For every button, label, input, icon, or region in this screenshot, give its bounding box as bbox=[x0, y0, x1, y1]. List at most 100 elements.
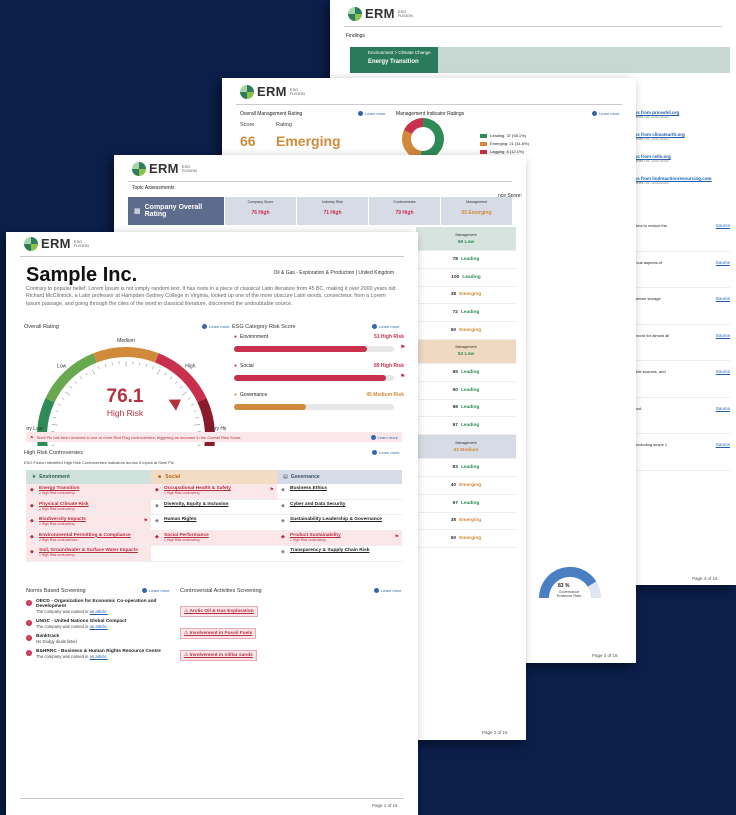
info-icon bbox=[142, 588, 147, 593]
activity-badge[interactable]: ⚠ Involvement in oil/tar sands bbox=[180, 650, 257, 661]
management-rating: Leading bbox=[460, 256, 480, 262]
learn-more-link[interactable]: Learn more bbox=[592, 111, 619, 116]
topic-icon: ◆ bbox=[155, 487, 159, 493]
controversy-topic[interactable]: ◆ Human Rights bbox=[151, 515, 277, 531]
management-score: 50 bbox=[450, 328, 457, 334]
category-icon: ● bbox=[234, 392, 238, 398]
management-rating: Leading bbox=[460, 405, 480, 411]
controversy-topic[interactable]: ◆ Transparency & Supply Chain Risk bbox=[277, 546, 402, 562]
controversy-topic[interactable]: ◆ Environmental Permitting & Compliance 2 … bbox=[26, 530, 151, 546]
overall-rating-cell: Industry Risk 71 High bbox=[296, 197, 368, 225]
logo-icon bbox=[348, 6, 362, 21]
erm-logo: ERM ESG FUSION bbox=[348, 6, 413, 21]
learn-more-text: Learn more bbox=[381, 588, 402, 593]
norm-body: UNGC - United Nations Global Compact The … bbox=[36, 619, 126, 629]
learn-more-text: Learn more bbox=[379, 450, 400, 455]
topic-title[interactable]: Human Rights bbox=[164, 517, 273, 522]
management-row: 50 Leading bbox=[416, 382, 516, 400]
article-link[interactable]: an article. bbox=[90, 609, 108, 614]
gauge-tick bbox=[181, 391, 187, 396]
divider bbox=[20, 256, 404, 257]
norm-body: Banktrack No Dodgy deals listed bbox=[36, 634, 77, 644]
management-score: 78 bbox=[452, 256, 458, 262]
logo-text: ERM bbox=[41, 236, 71, 251]
topic-title[interactable]: Sustainability Leadership & Governance bbox=[290, 517, 398, 522]
controversy-topic[interactable]: ◆ Cyber and Data Security bbox=[277, 500, 402, 515]
activities-screening-label: Controversial Activities Screening bbox=[180, 588, 262, 594]
topic-tag[interactable]: Environment > Climate Change Energy Tran… bbox=[350, 47, 438, 73]
management-column: Management 69 Low 78 Leading 100 Leading 38 Eme… bbox=[416, 227, 516, 549]
activity-badge[interactable]: ⚠ Involvement in Fossil Fuels bbox=[180, 628, 257, 639]
legend-label: Emerging: 21 (31.8%) bbox=[490, 141, 529, 146]
source-link[interactable]: Source bbox=[716, 223, 730, 251]
overall-management-label: Overall Management Rating bbox=[240, 111, 303, 117]
controversy-topic[interactable]: ◆ Energy Transition 1 High Risk controvers… bbox=[26, 484, 151, 500]
management-value: 53 Low bbox=[457, 352, 475, 358]
topic-icon: ◆ bbox=[30, 502, 34, 509]
management-rating: Emerging bbox=[459, 536, 482, 542]
learn-more-link[interactable]: Learn more bbox=[374, 588, 401, 593]
esg-category-row: ● Environment 51 High Risk ⚑ bbox=[234, 334, 405, 363]
gauge-tick bbox=[139, 362, 141, 366]
overall-rating-row[interactable]: ▦ Company Overall Rating Company Score 76… bbox=[128, 197, 516, 225]
controversy-topic[interactable]: ◆ Soil, Groundwater & Surface Water Impac… bbox=[26, 546, 151, 562]
source-link[interactable]: Source bbox=[716, 296, 730, 324]
management-row: 38 Emerging bbox=[416, 287, 516, 305]
controversy-topic[interactable]: ◆ Business Ethics bbox=[277, 484, 402, 500]
activity-badge[interactable]: ⚠ Arctic Oil & Gas Exploration bbox=[180, 606, 258, 617]
source-link[interactable]: Source bbox=[716, 406, 730, 434]
category-icon: ☻ bbox=[157, 474, 163, 480]
finding-text: record for almost all bbox=[634, 332, 670, 338]
donut-legend: Leading: 37 (58.1%) Emerging: 21 (31.8%) L… bbox=[480, 133, 529, 157]
controversy-topic[interactable]: ◆ Physical Climate Risk 1 High Risk contro… bbox=[26, 499, 151, 515]
management-row: 38 Emerging bbox=[416, 513, 516, 531]
topic-title[interactable]: Diversity, Equity & Inclusion bbox=[164, 502, 273, 507]
learn-more-text: Learn more bbox=[149, 588, 170, 593]
category-bar-fill bbox=[234, 375, 386, 381]
topic-icon: ◆ bbox=[281, 533, 285, 540]
source-link[interactable]: Source bbox=[716, 442, 730, 470]
controversy-topic[interactable]: ◆ Product Sustainability 1 High Risk contr… bbox=[277, 530, 402, 546]
source-link[interactable]: Source bbox=[716, 369, 730, 397]
learn-more-link[interactable]: Learn more bbox=[372, 324, 399, 329]
topic-title[interactable]: Cyber and Data Security bbox=[290, 502, 398, 507]
gauge-tick bbox=[69, 386, 73, 389]
finding-text: able sources, and bbox=[634, 369, 666, 374]
controversy-topic[interactable]: ◆ Social Performance 1 High Risk controver… bbox=[151, 530, 277, 546]
controversy-topic[interactable]: ◆ Diversity, Equity & Inclusion bbox=[151, 500, 277, 515]
grid-header-label: Social bbox=[165, 474, 180, 480]
management-row: 72 Leading bbox=[416, 304, 516, 323]
norm-item: ! UNGC - United Nations Global Compact The… bbox=[26, 619, 174, 629]
findings-label: Findings bbox=[346, 33, 365, 39]
topic-title[interactable]: Transparency & Supply Chain Risk bbox=[290, 548, 398, 553]
management-row: 67 Leading bbox=[416, 495, 516, 513]
esg-category-row: ● Governance 45 Medium Risk bbox=[234, 392, 404, 421]
learn-more-link[interactable]: Learn more bbox=[358, 111, 385, 116]
logo-sub2: FUSION bbox=[73, 242, 89, 248]
source-link[interactable]: Source bbox=[716, 260, 730, 288]
topic-assessments-label: Topic Assessments bbox=[132, 185, 175, 191]
controversy-topic[interactable]: ◆ Biodiversity Impacts 1 High Risk controv… bbox=[26, 515, 151, 531]
report-page-1: ERM ESG FUSION Sample Inc. Oil & Gas - Ex… bbox=[6, 232, 418, 815]
gauge-tick bbox=[164, 372, 167, 376]
learn-more-link[interactable]: Learn more bbox=[372, 450, 399, 455]
management-score: 100 bbox=[451, 274, 460, 280]
topic-title[interactable]: Environmental Permitting & Compliance bbox=[39, 533, 147, 538]
article-link[interactable]: an article. bbox=[90, 624, 108, 629]
controversy-topic[interactable]: ◆ Sustainability Leadership & Governance bbox=[277, 515, 402, 531]
info-icon bbox=[372, 450, 377, 455]
source-link[interactable]: Source bbox=[716, 333, 730, 361]
topic-subtext: 1 High Risk controversy bbox=[164, 491, 200, 495]
learn-more-link[interactable]: Learn more bbox=[142, 588, 169, 593]
learn-more-link[interactable]: Learn more bbox=[202, 324, 229, 329]
cell-value: 76 High bbox=[251, 210, 270, 216]
topic-subtext: 2 High Risk controversies bbox=[39, 537, 78, 542]
article-link[interactable]: an article. bbox=[90, 654, 108, 659]
controversy-topic[interactable]: ◆ Occupational Health & Safety 1 High Risk… bbox=[151, 484, 277, 500]
learn-more-link[interactable]: Learn more bbox=[370, 434, 398, 440]
info-icon bbox=[372, 324, 377, 329]
cell-value: 65 Emerging bbox=[461, 210, 492, 216]
topic-title[interactable]: Business Ethics bbox=[290, 486, 398, 491]
gauge-tick bbox=[79, 376, 83, 380]
gauge-tick bbox=[51, 423, 58, 426]
